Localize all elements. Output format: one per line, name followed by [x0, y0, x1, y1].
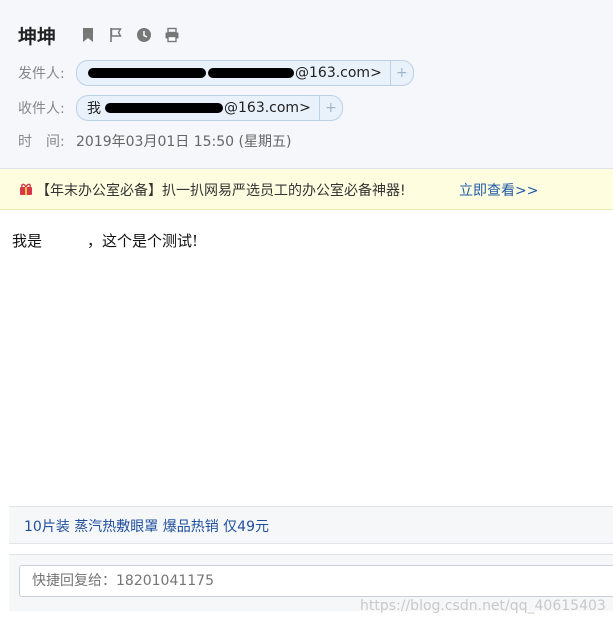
mail-toolbar [79, 26, 181, 44]
recipient-email-suffix: @163.com> [224, 100, 311, 116]
sender-email-suffix: @163.com> [295, 65, 382, 81]
date-label: 时 间: [18, 134, 65, 150]
print-icon[interactable] [163, 26, 181, 44]
add-sender-button[interactable]: + [389, 61, 413, 85]
promo-link[interactable]: 立即查看>> [459, 180, 538, 200]
mail-subject: 坤坤 [18, 26, 57, 48]
quick-reply-input[interactable] [19, 565, 613, 597]
clock-icon[interactable] [135, 26, 153, 44]
recipient-chip[interactable]: 我 @163.com> + [76, 95, 343, 121]
recipient-name-start: 我 [87, 101, 101, 117]
watermark: https://blog.csdn.net/qq_40615403 [360, 598, 606, 614]
mail-header: 坤坤 发件人: @163.com> + 收件人: 我 @163.com> + 时… [0, 0, 613, 169]
add-recipient-button[interactable]: + [318, 96, 342, 120]
bookmark-icon[interactable] [79, 26, 97, 44]
ad-bar: 10片装 蒸汽热敷眼罩 爆品热销 仅49元 [9, 506, 613, 544]
flag-icon[interactable] [107, 26, 125, 44]
sender-chip[interactable]: @163.com> + [76, 60, 414, 86]
redacted-recipient [105, 103, 223, 113]
date-value: 2019年03月01日 15:50 (星期五) [76, 134, 292, 150]
redacted-name [88, 68, 206, 78]
gift-icon [18, 181, 34, 201]
to-row: 收件人: 我 @163.com> + [18, 95, 343, 121]
from-row: 发件人: @163.com> + [18, 60, 414, 86]
from-label: 发件人: [18, 66, 65, 82]
promo-text: 【年末办公室必备】扒一扒网易严选员工的办公室必备神器! [36, 183, 406, 199]
promo-banner: 【年末办公室必备】扒一扒网易严选员工的办公室必备神器! 立即查看>> [0, 169, 613, 210]
ad-link[interactable]: 10片装 蒸汽热敷眼罩 爆品热销 仅49元 [24, 516, 269, 536]
mail-body: 我是 ，这个是个测试! [12, 232, 199, 250]
date-row: 时 间: 2019年03月01日 15:50 (星期五) [18, 131, 291, 151]
to-label: 收件人: [18, 101, 65, 117]
redacted-email [208, 68, 294, 78]
